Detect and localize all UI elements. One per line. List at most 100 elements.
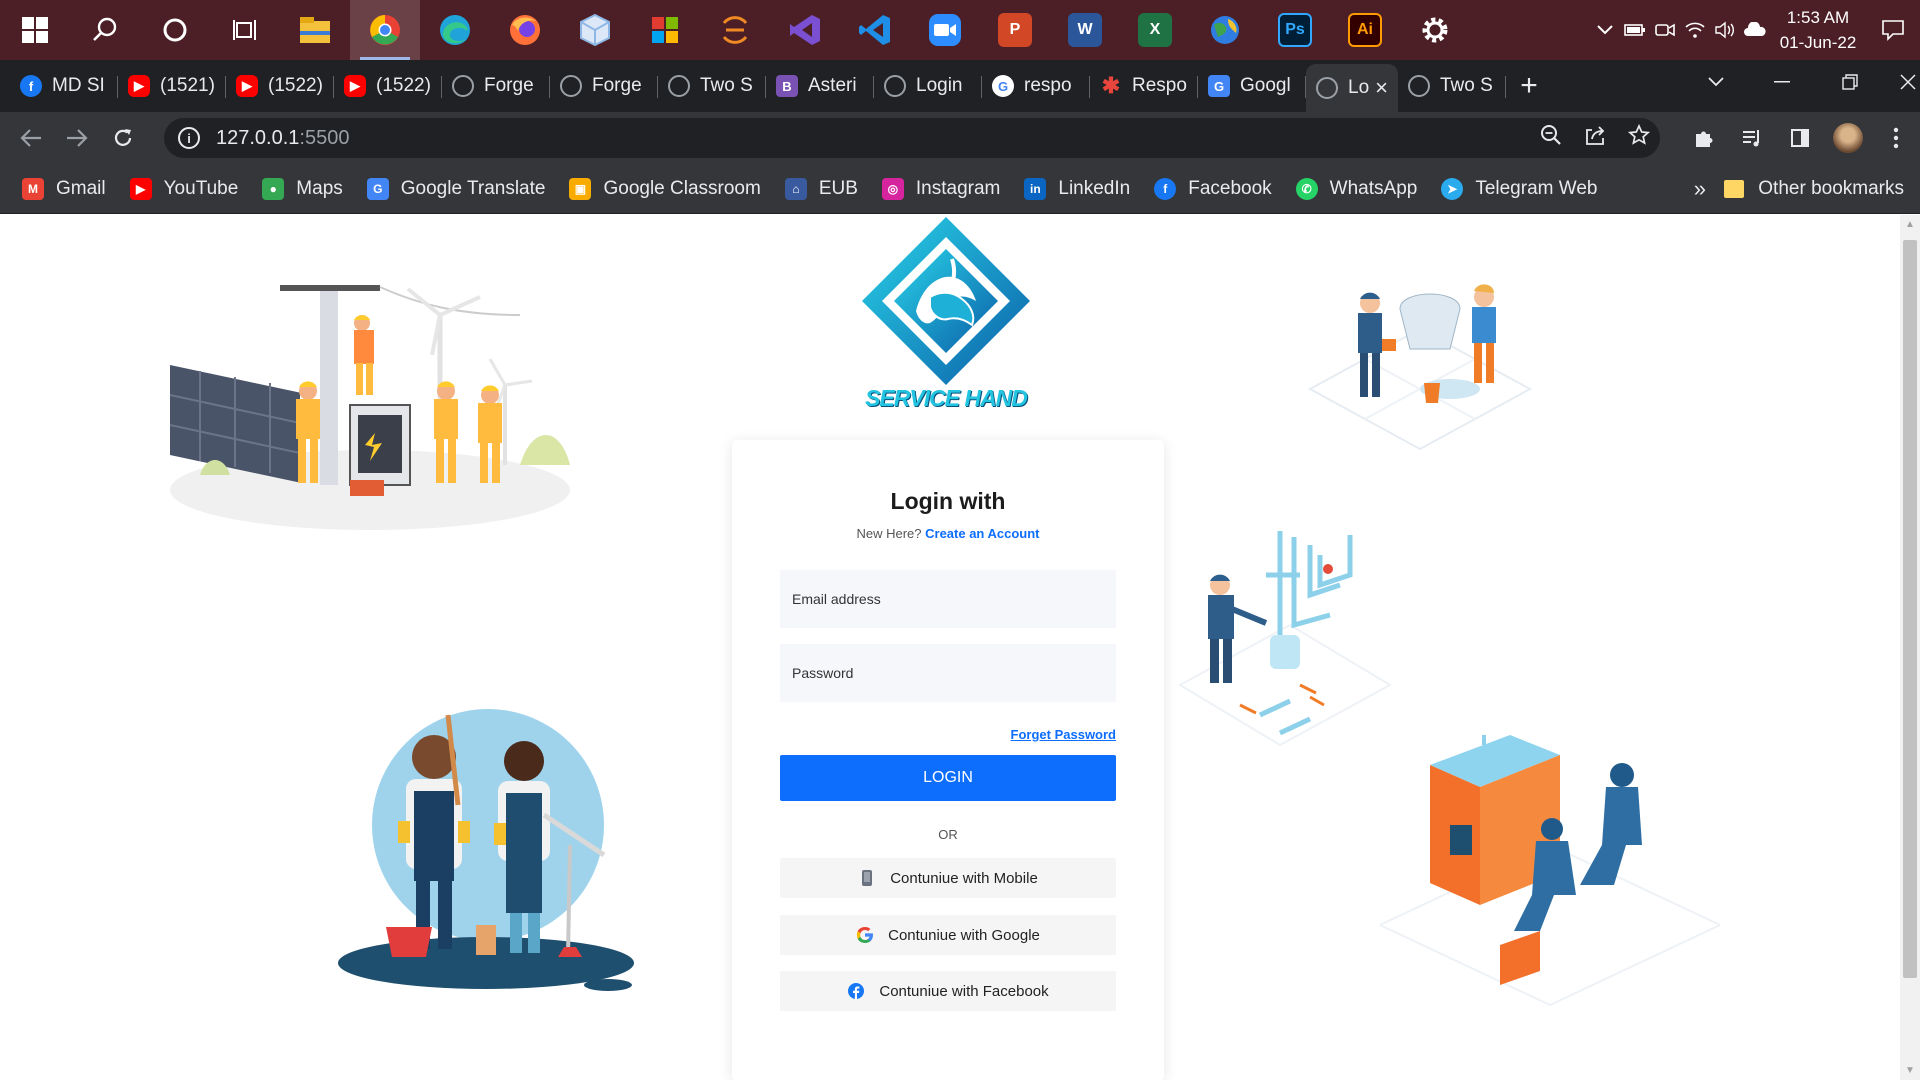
tab-close-icon[interactable]: ×	[1375, 75, 1388, 101]
cortana-button[interactable]	[140, 0, 210, 60]
browser-tab[interactable]: f MD SI	[10, 64, 118, 108]
photoshop-app[interactable]: Ps	[1260, 0, 1330, 60]
page-scrollbar[interactable]: ▲ ▼	[1900, 215, 1920, 1080]
browser-tab[interactable]: Grespo	[982, 64, 1090, 108]
bookmark-star-icon[interactable]	[1627, 123, 1651, 152]
eclipse-app[interactable]	[700, 0, 770, 60]
meet-now-icon[interactable]	[1650, 0, 1680, 60]
forget-password-link[interactable]: Forget Password	[1011, 727, 1116, 742]
bookmarks-bar: M Gmail ▶ YouTube ● Maps G Google Translate ▣ Goo…	[0, 164, 1920, 214]
excel-app[interactable]: X	[1120, 0, 1190, 60]
volume-icon[interactable]	[1710, 0, 1740, 60]
battery-icon[interactable]	[1620, 0, 1650, 60]
system-clock[interactable]: 1:53 AM 01-Jun-22	[1770, 5, 1866, 55]
browser-tab[interactable]: G Googl	[1198, 64, 1306, 108]
share-icon[interactable]	[1584, 124, 1606, 152]
email-field[interactable]	[780, 570, 1116, 628]
powerpoint-app[interactable]: P	[980, 0, 1050, 60]
globe-favicon-icon	[884, 75, 906, 97]
chrome-app[interactable]	[350, 0, 420, 60]
bookmark-label: Google Translate	[400, 177, 546, 199]
extensions-puzzle-icon[interactable]	[1680, 127, 1728, 149]
browser-tab[interactable]: Lo ×	[1306, 64, 1398, 112]
chrome-menu-kebab-icon[interactable]	[1872, 127, 1920, 149]
side-panel-icon[interactable]	[1776, 128, 1824, 148]
browser-tab[interactable]: B Asteri	[766, 64, 874, 108]
browser-tab[interactable]: Login	[874, 64, 982, 108]
other-bookmarks-folder[interactable]: Other bookmarks	[1724, 164, 1904, 214]
close-window-button[interactable]	[1874, 60, 1920, 104]
bookmarks-overflow-button[interactable]: »	[1694, 164, 1706, 214]
browser-tab[interactable]: Forge	[550, 64, 658, 108]
onedrive-cloud-icon[interactable]	[1740, 0, 1770, 60]
system-tray: 1:53 AM 01-Jun-22	[1590, 0, 1920, 60]
bookmark-google-translate[interactable]: G Google Translate	[366, 177, 546, 200]
virtualbox-app[interactable]	[560, 0, 630, 60]
bookmark-label: WhatsApp	[1329, 177, 1418, 199]
password-field[interactable]	[780, 644, 1116, 702]
bookmark-linkedin[interactable]: in LinkedIn	[1024, 177, 1130, 200]
windows-start-button[interactable]	[0, 0, 70, 60]
service-hand-logo: SERVICE HAND	[860, 215, 1032, 425]
task-view-button[interactable]	[210, 0, 280, 60]
scroll-down-arrow-icon[interactable]: ▼	[1904, 1065, 1916, 1076]
edge-icon	[440, 15, 470, 45]
bookmark-instagram[interactable]: ◎ Instagram	[881, 177, 1000, 200]
continue-with-google-button[interactable]: Contuniue with Google	[780, 915, 1116, 955]
bookmark-eub[interactable]: ⌂ EUB	[784, 177, 858, 200]
vscode-app[interactable]	[840, 0, 910, 60]
illustrator-icon: Ai	[1348, 13, 1382, 47]
reload-button[interactable]	[100, 115, 146, 161]
tray-overflow-chevron-icon[interactable]	[1590, 0, 1620, 60]
globe-app[interactable]	[1190, 0, 1260, 60]
facebook-f-icon	[847, 982, 865, 1000]
create-account-link[interactable]: Create an Account	[925, 526, 1039, 541]
file-explorer-app[interactable]	[280, 0, 350, 60]
profile-avatar[interactable]	[1824, 123, 1872, 153]
browser-tab[interactable]: ▶ (1522)	[226, 64, 334, 108]
scroll-up-arrow-icon[interactable]: ▲	[1904, 219, 1916, 230]
browser-tab[interactable]: Two S	[658, 64, 766, 108]
site-info-icon[interactable]: i	[178, 127, 200, 149]
firefox-app[interactable]	[490, 0, 560, 60]
bookmark-telegram-web[interactable]: ➤ Telegram Web	[1441, 177, 1597, 200]
bookmark-whatsapp[interactable]: ✆ WhatsApp	[1295, 177, 1418, 200]
notification-center-icon[interactable]	[1866, 0, 1920, 60]
browser-tab[interactable]: ▶ (1521)	[118, 64, 226, 108]
globe-favicon-icon	[1408, 75, 1430, 97]
illustrator-app[interactable]: Ai	[1330, 0, 1400, 60]
continue-with-mobile-button[interactable]: Contuniue with Mobile	[780, 858, 1116, 898]
bookmark-maps[interactable]: ● Maps	[262, 177, 343, 200]
word-app[interactable]: W	[1050, 0, 1120, 60]
taskbar-search-button[interactable]	[70, 0, 140, 60]
url-text[interactable]: 127.0.0.1:5500	[216, 127, 349, 150]
media-queue-icon[interactable]	[1728, 128, 1776, 148]
tab-search-chevron-icon[interactable]	[1682, 60, 1750, 104]
bookmark-youtube[interactable]: ▶ YouTube	[129, 177, 238, 200]
address-bar[interactable]: i 127.0.0.1:5500	[164, 118, 1660, 158]
office-app[interactable]	[630, 0, 700, 60]
continue-with-facebook-button[interactable]: Contuniue with Facebook	[780, 971, 1116, 1011]
bookmark-google-classroom[interactable]: ▣ Google Classroom	[569, 177, 761, 200]
edge-app[interactable]	[420, 0, 490, 60]
new-tab-button[interactable]: +	[1506, 64, 1552, 108]
browser-tab[interactable]: Forge	[442, 64, 550, 108]
browser-tab[interactable]: Two S	[1398, 64, 1506, 108]
zoom-icon	[929, 14, 961, 46]
bookmark-gmail[interactable]: M Gmail	[22, 177, 106, 200]
back-button[interactable]	[8, 115, 54, 161]
login-button[interactable]: LOGIN	[780, 755, 1116, 801]
bookmark-facebook[interactable]: f Facebook	[1154, 177, 1272, 200]
settings-app[interactable]	[1400, 0, 1470, 60]
zoom-app[interactable]	[910, 0, 980, 60]
settings-gear-icon	[1422, 17, 1448, 43]
browser-tab[interactable]: ▶ (1522)	[334, 64, 442, 108]
zoom-magnifier-icon[interactable]	[1540, 124, 1562, 152]
forward-button[interactable]	[54, 115, 100, 161]
browser-tab[interactable]: ✱ Respo	[1090, 64, 1198, 108]
visual-studio-app[interactable]	[770, 0, 840, 60]
minimize-button[interactable]	[1748, 60, 1816, 104]
wifi-icon[interactable]	[1680, 0, 1710, 60]
scroll-thumb[interactable]	[1903, 240, 1917, 978]
tab-title: MD SI	[52, 75, 105, 96]
